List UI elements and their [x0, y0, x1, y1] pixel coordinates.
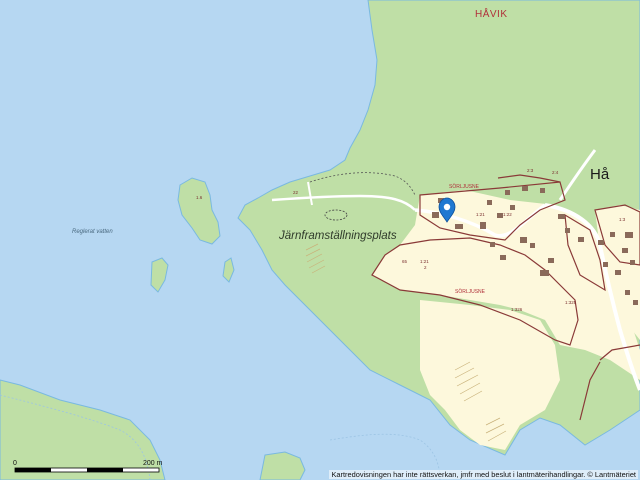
scale-bar — [14, 467, 160, 473]
plot-label-13: 1:3 — [619, 217, 626, 222]
plot-label-121b: 1:21 — [420, 259, 429, 264]
scale-bar-end-label: 200 m — [143, 460, 163, 467]
farm-label-sorljusne-north: SÖRLJUSNE — [449, 184, 480, 190]
place-label-havik: HÅVIK — [475, 9, 508, 20]
plot-label-24: 2:4 — [552, 170, 559, 175]
scale-bar-start-label: 0 — [13, 460, 17, 467]
plot-label-121a: 1:21 — [476, 212, 485, 217]
copyright-notice: Kartredovisningen har inte rättsverkan, … — [329, 470, 638, 479]
site-label: Järnframställningsplats — [279, 230, 397, 242]
plot-label-65: 65 — [402, 259, 408, 264]
plot-label-1326: 1:326 — [511, 307, 523, 312]
plot-label-1325: 1:325 — [565, 300, 577, 305]
plot-label-122: 1:22 — [503, 212, 512, 217]
water-label: Reglerat vatten — [72, 229, 113, 235]
plot-label-23: 2:3 — [527, 168, 534, 173]
farm-label-sorljusne-south: SÖRLJUSNE — [455, 289, 486, 295]
map-view[interactable]: HÅVIK Hå Järnframställningsplats Reglera… — [0, 0, 640, 480]
place-label-ha: Hå — [590, 166, 610, 183]
plot-label-22: 22 — [293, 190, 299, 195]
island-number-label: 1.6 — [196, 195, 203, 200]
plot-label-2: 2 — [424, 265, 427, 270]
